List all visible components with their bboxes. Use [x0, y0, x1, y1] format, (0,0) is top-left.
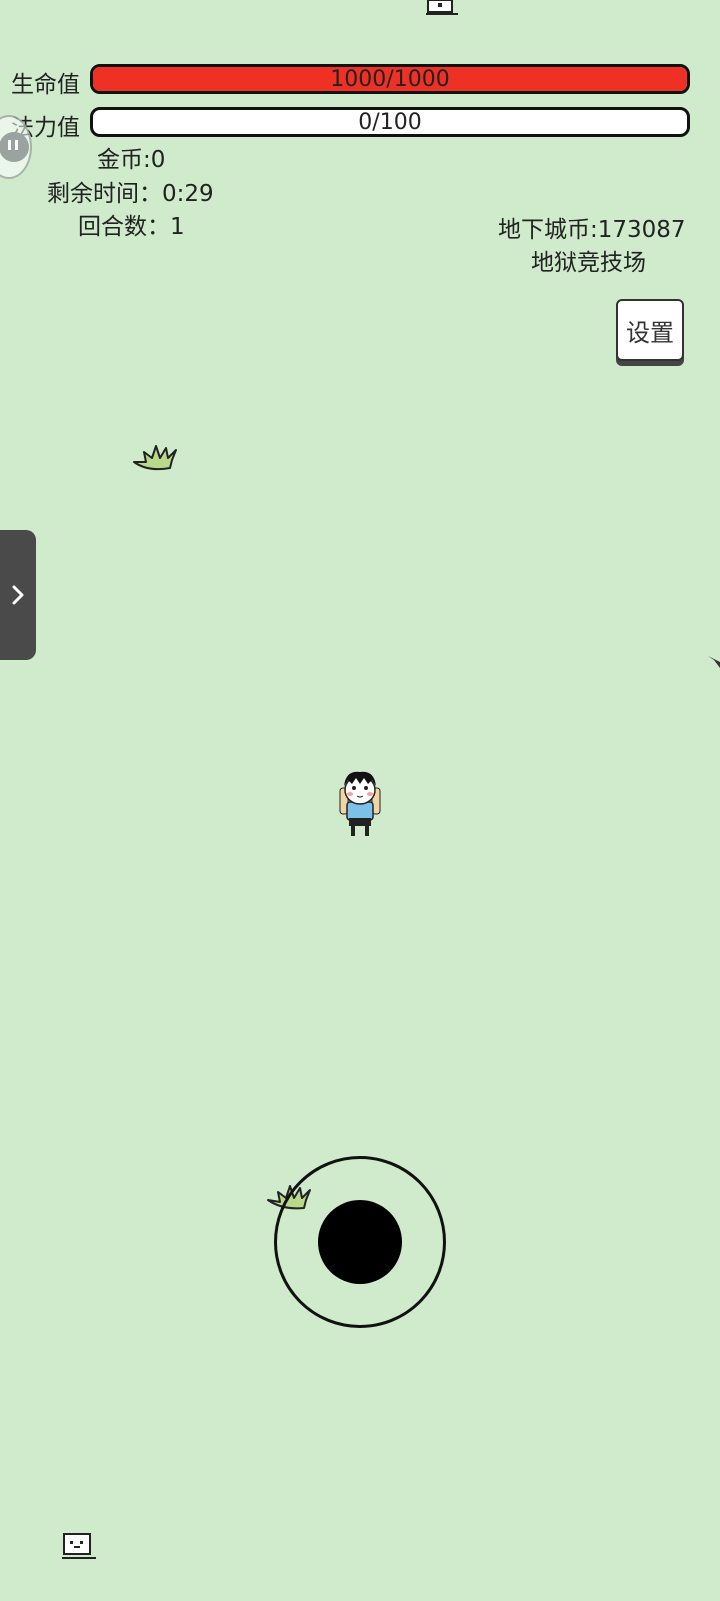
- chat-bubble-icon: [0, 132, 29, 162]
- gold-counter: 金币:0: [97, 147, 166, 173]
- hp-label: 生命值: [11, 72, 80, 98]
- mp-bar: 0/100: [90, 107, 690, 137]
- top-box-sprite: [426, 0, 458, 15]
- floating-chat-ball[interactable]: [0, 115, 32, 179]
- joystick-knob[interactable]: [318, 1200, 402, 1284]
- side-expand-tab[interactable]: [0, 530, 36, 660]
- player-character: [339, 771, 381, 836]
- grass-tuft: [133, 445, 177, 471]
- dungeon-coins: 地下城币:173087: [498, 217, 686, 243]
- chevron-right-icon: [12, 585, 24, 605]
- game-mode: 地狱竞技场: [531, 250, 646, 276]
- grass-tuft-edge: [708, 656, 720, 668]
- box-sprite: [62, 1533, 96, 1559]
- hp-bar: 1000/1000: [90, 64, 690, 94]
- round-counter: 回合数：1: [78, 214, 185, 240]
- mp-value: 0/100: [358, 109, 422, 135]
- time-left: 剩余时间：0:29: [47, 181, 214, 207]
- settings-button[interactable]: 设置: [616, 299, 684, 361]
- hp-value: 1000/1000: [330, 66, 450, 92]
